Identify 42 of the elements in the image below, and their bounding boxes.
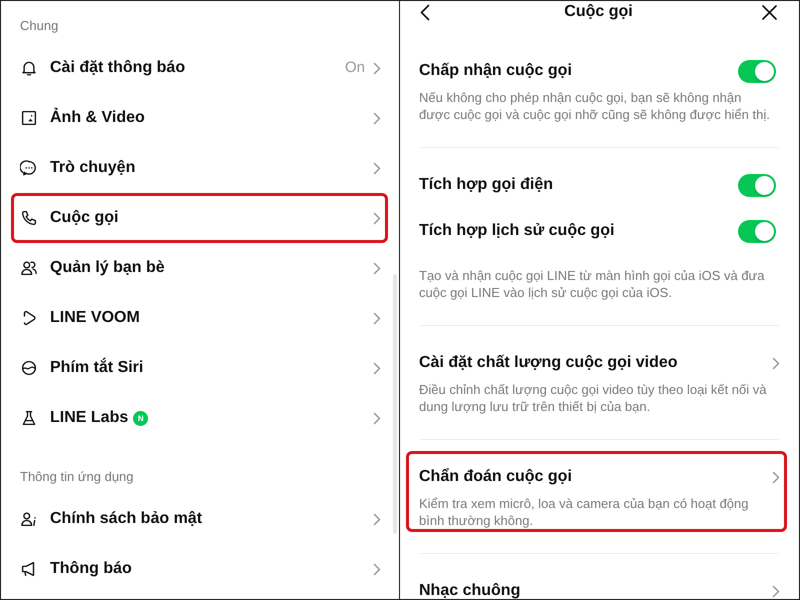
chevron-icon [373,312,381,324]
setting-title: Tích hợp gọi điện [419,175,554,195]
setting-description: Nếu không cho phép nhận cuộc gọi, bạn sẽ không nhận được cuộc gọi và cuộc gọi nhỡ cũng sẽ không được hiển thị. [419,89,771,123]
setting-title: Chấp nhận cuộc gọi [419,61,572,81]
toggle-switch[interactable] [738,220,776,242]
phone-icon [20,209,38,227]
chevron-icon [373,512,381,526]
setting-title: Tích hợp lịch sử cuộc gọi [419,221,614,241]
people-icon [20,259,38,277]
menu-item[interactable]: Cuộc gọi [11,193,388,243]
setting-note: Tạo và nhận cuộc gọi LINE từ màn hình gọi của iOS và đưa cuộc gọi LINE vào lịch sử cuộc gọi của iOS. [419,267,766,301]
toggle-switch[interactable] [738,174,776,196]
chevron-icon [373,262,381,274]
person-info-icon [20,510,38,528]
screen-title: Cuộc gọi [564,2,633,22]
chevron-icon [772,356,780,370]
settings-link[interactable]: Cài đặt chất lượng cuộc gọi video [419,348,780,378]
chevron-icon [373,212,381,224]
section-header: Thông tin ứng dụng [20,469,134,485]
chevron-icon [373,112,381,124]
setting-description: Kiểm tra xem micrô, loa và camera của bạn có hoạt động bình thường không. [419,495,750,529]
bell-icon [20,59,38,77]
chevron-icon [373,562,381,576]
wave-circle-icon [20,359,38,377]
new-badge: N [133,410,148,426]
setting-description: Điều chỉnh chất lượng cuộc gọi video tùy theo loại kết nối và dung lượng lưu trữ trên thiết bị của bạn. [419,381,768,415]
section-header: Chung [20,18,58,34]
chevron-icon [373,362,381,374]
toggle-switch[interactable] [738,60,776,82]
settings-link[interactable]: Nhạc chuông [419,576,780,599]
chevron-icon [373,62,381,74]
chevron-icon [772,584,780,598]
chevron-icon [373,412,381,424]
back-icon[interactable] [420,4,430,20]
close-icon[interactable] [762,4,777,20]
chevron-icon [373,162,381,174]
chat-bubble-icon [20,159,38,177]
settings-link[interactable]: Chẩn đoán cuộc gọi [419,462,780,492]
chevron-icon [772,470,780,484]
image-icon [20,109,38,127]
value-label: On [344,59,365,77]
flask-icon [20,409,38,427]
